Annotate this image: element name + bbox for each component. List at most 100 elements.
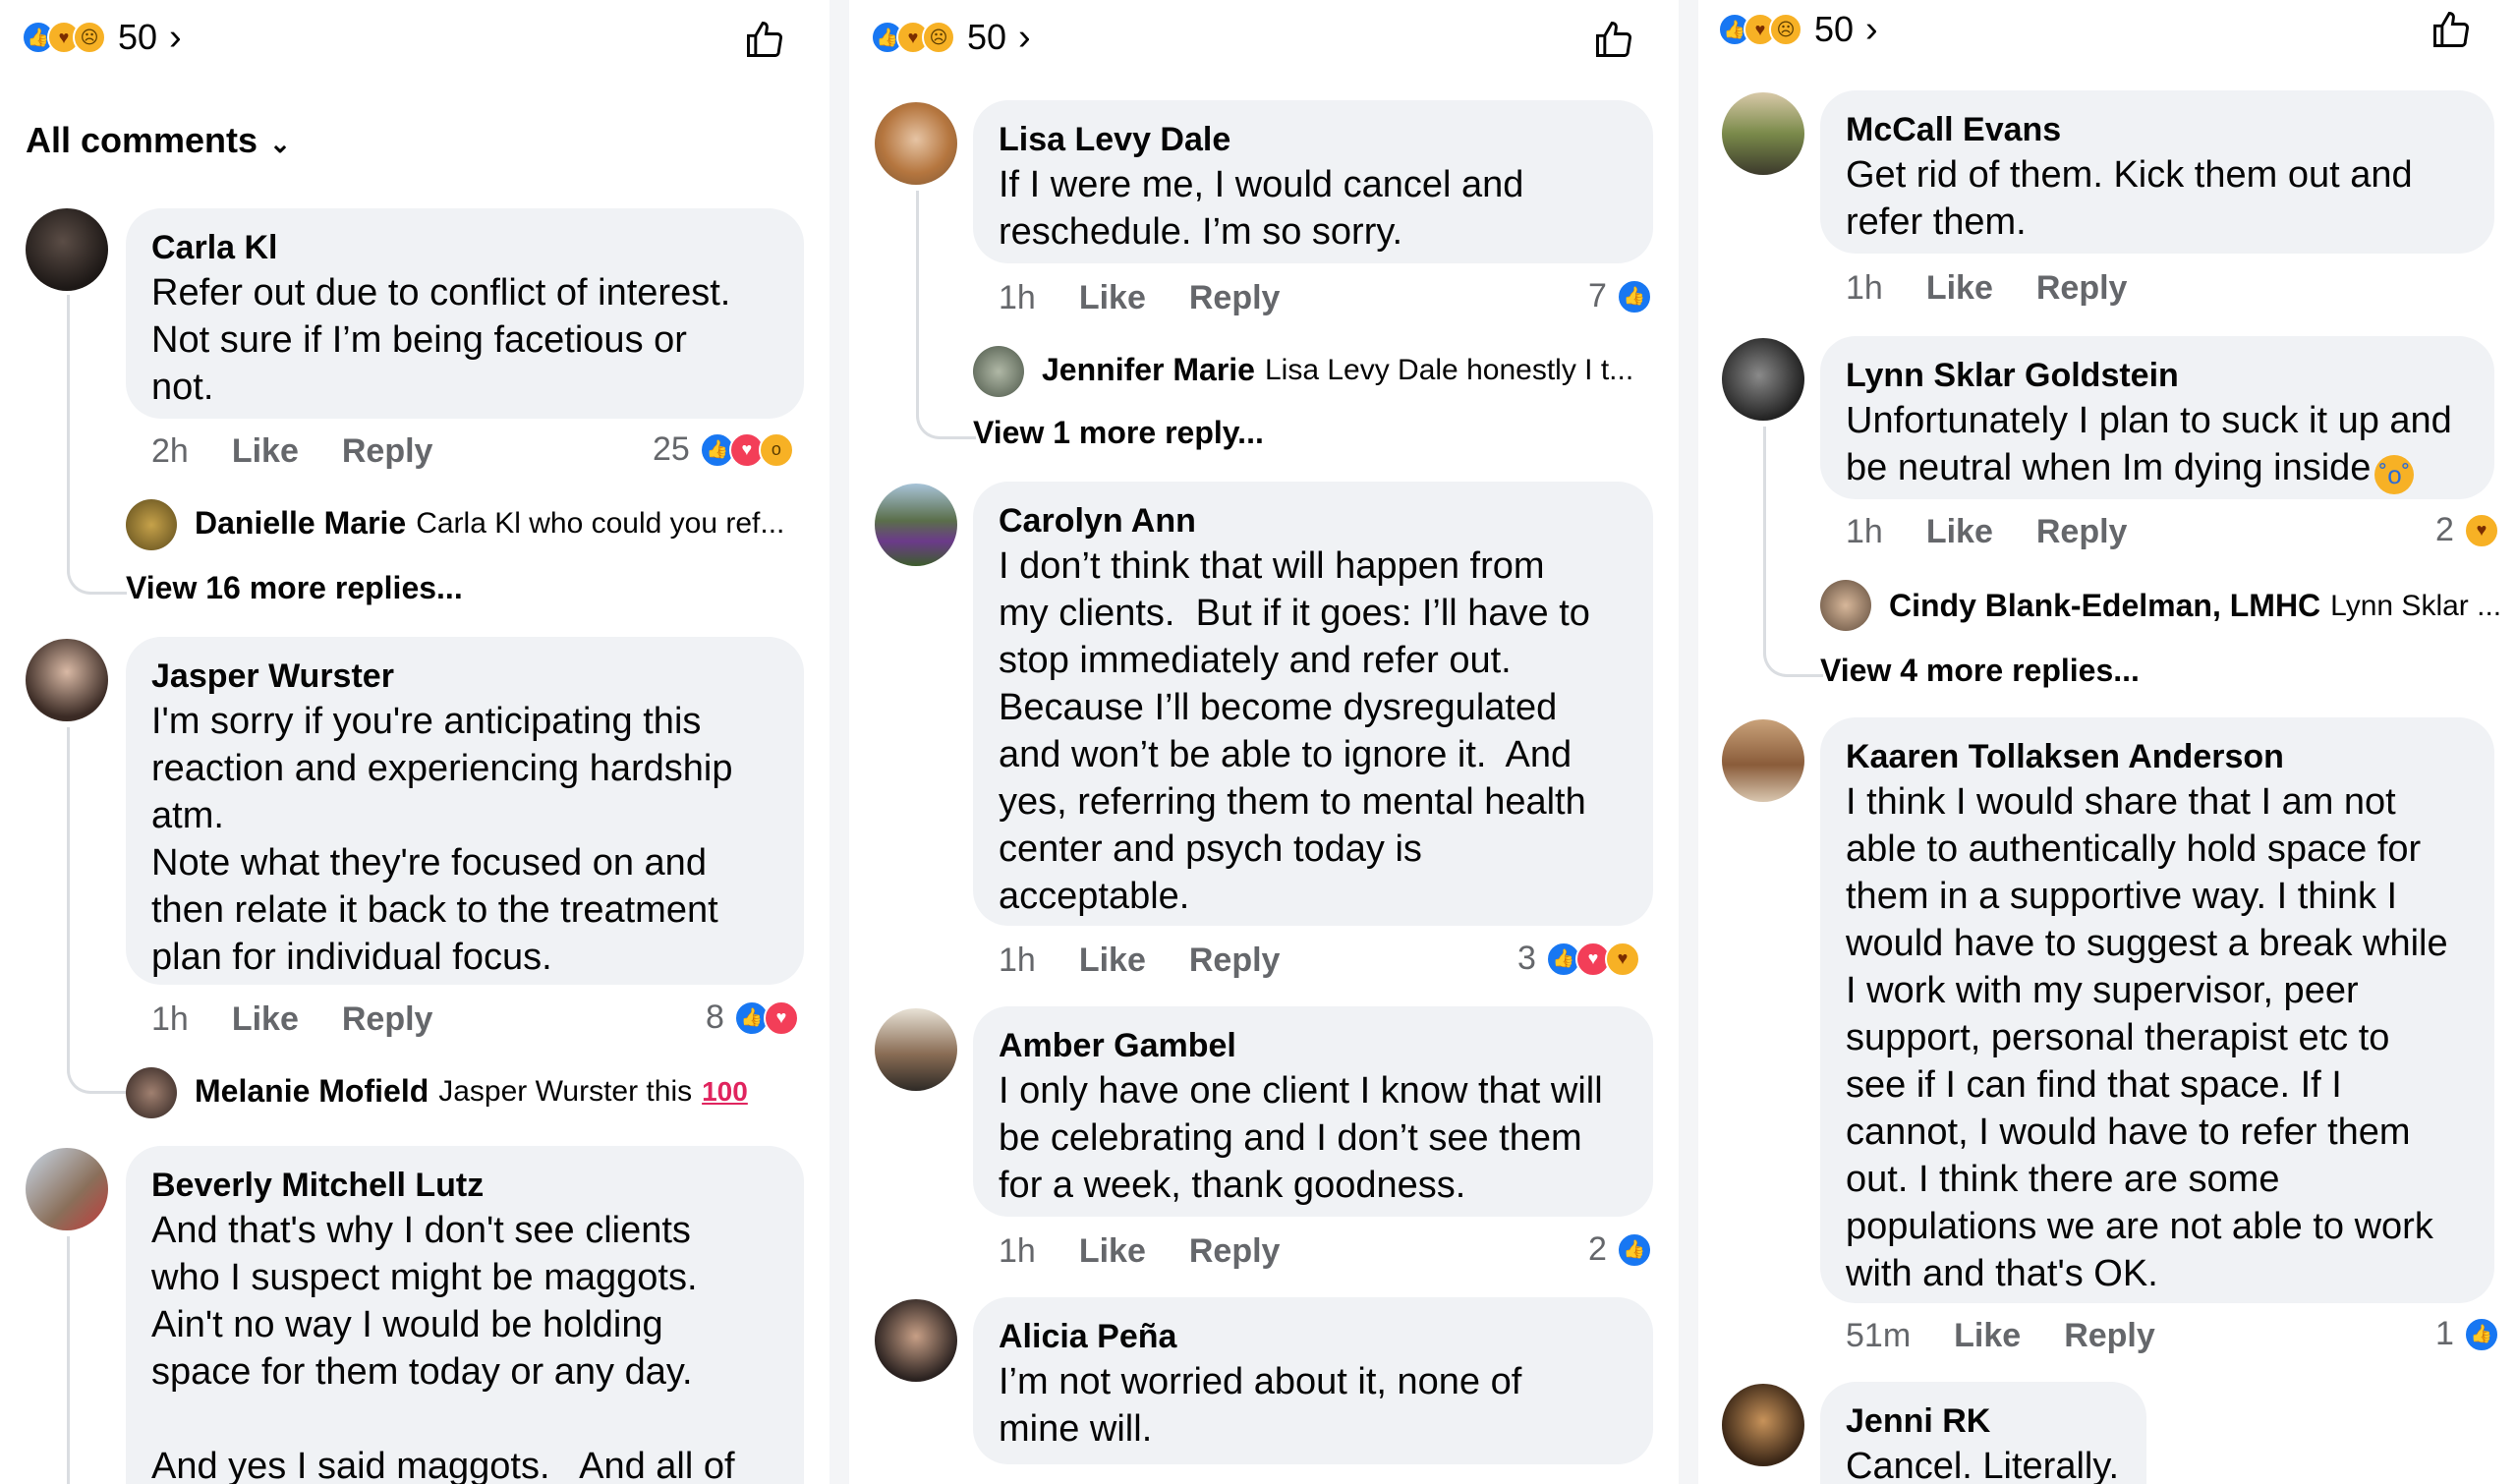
comment-author[interactable]: McCall Evans <box>1846 108 2469 151</box>
avatar[interactable] <box>126 499 177 550</box>
reaction-summary[interactable]: 👍 ♥ ☹ 50 › <box>871 17 1031 58</box>
comment-author[interactable]: Jasper Wurster <box>151 655 778 698</box>
reply-button[interactable]: Reply <box>1189 942 1281 980</box>
comment-author[interactable]: Lynn Sklar Goldstein <box>1846 354 2469 397</box>
comment-reactions[interactable]: 2 ♥ <box>2435 511 2499 549</box>
comment-reactions[interactable]: 2 👍 <box>1588 1230 1652 1269</box>
like-button[interactable]: Like <box>1954 1317 2021 1355</box>
comment-author[interactable]: Carla Kl <box>151 226 778 269</box>
avatar[interactable] <box>26 208 108 291</box>
reply-preview[interactable]: Danielle Marie Carla Kl who could you re… <box>195 505 784 542</box>
reply-button[interactable]: Reply <box>2036 513 2128 551</box>
reaction-count: 2 <box>1588 1230 1607 1268</box>
comment-time[interactable]: 1h <box>999 942 1036 980</box>
comment-actions: 1h Like Reply <box>999 279 1323 317</box>
comment-time[interactable]: 1h <box>151 1000 189 1039</box>
like-button[interactable]: Like <box>1926 513 1993 551</box>
wow-icon: o <box>758 431 794 468</box>
reply-author[interactable]: Danielle Marie <box>195 505 406 542</box>
comment-bubble[interactable]: Lynn Sklar Goldstein Unfortunately I pla… <box>1820 336 2494 499</box>
comment-bubble[interactable]: Carla Kl Refer out due to conflict of in… <box>126 208 804 419</box>
avatar[interactable] <box>1722 92 1804 175</box>
comment-actions: 1h Like Reply <box>151 1000 476 1039</box>
like-button[interactable]: Like <box>1079 942 1146 980</box>
like-icon: 👍 <box>2463 1316 2499 1352</box>
comment-time[interactable]: 1h <box>1846 513 1883 551</box>
comment-author[interactable]: Kaaren Tollaksen Anderson <box>1846 735 2469 778</box>
comment-time[interactable]: 1h <box>999 1232 1036 1271</box>
comment-time[interactable]: 1h <box>1846 269 1883 308</box>
like-button[interactable]: Like <box>232 432 299 471</box>
reply-text: Lisa Levy Dale honestly I t... <box>1264 353 1634 386</box>
panel-divider <box>1679 0 1698 1484</box>
thumbs-up-icon[interactable] <box>2426 4 2477 55</box>
comment-author[interactable]: Beverly Mitchell Lutz <box>151 1164 778 1207</box>
avatar[interactable] <box>875 1299 957 1382</box>
comment-bubble[interactable]: Lisa Levy Dale If I were me, I would can… <box>973 100 1653 263</box>
avatar[interactable] <box>1722 719 1804 802</box>
comment-filter-dropdown[interactable]: All comments ⌄ <box>26 120 291 161</box>
reaction-summary[interactable]: 👍 ♥ ☹ 50 › <box>22 17 182 58</box>
comment-bubble[interactable]: Jasper Wurster I'm sorry if you're antic… <box>126 637 804 985</box>
avatar[interactable] <box>1820 580 1871 631</box>
avatar[interactable] <box>875 102 957 185</box>
comment-reactions[interactable]: 25 👍 ♥ o <box>653 430 794 469</box>
like-button[interactable]: Like <box>232 1000 299 1039</box>
view-more-replies[interactable]: View 4 more replies... <box>1820 653 2140 689</box>
comment-bubble[interactable]: Alicia Peña I’m not worried about it, no… <box>973 1297 1653 1464</box>
reply-preview[interactable]: Jennifer Marie Lisa Levy Dale honestly I… <box>1042 352 1633 388</box>
comment-bubble[interactable]: Jenni RK Cancel. Literally. <box>1820 1382 2146 1484</box>
comments-panel-1: 👍 ♥ ☹ 50 › All comments ⌄ Carla Kl Refer … <box>0 0 829 1484</box>
reply-author[interactable]: Melanie Mofield <box>195 1073 429 1110</box>
avatar[interactable] <box>875 484 957 566</box>
comment-author[interactable]: Lisa Levy Dale <box>999 118 1628 161</box>
reaction-count: 50 <box>967 17 1007 57</box>
comment-bubble[interactable]: McCall Evans Get rid of them. Kick them … <box>1820 90 2494 254</box>
view-more-replies[interactable]: View 1 more reply... <box>973 415 1264 451</box>
avatar[interactable] <box>875 1008 957 1091</box>
reply-button[interactable]: Reply <box>2036 269 2128 308</box>
comment-reactions[interactable]: 8 👍 ♥ <box>706 999 799 1037</box>
like-button[interactable]: Like <box>1079 279 1146 317</box>
comments-panel-2: 👍 ♥ ☹ 50 › Lisa Levy Dale If I were me, … <box>849 0 1679 1484</box>
reply-preview[interactable]: Cindy Blank-Edelman, LMHC Lynn Sklar ... <box>1889 588 2501 624</box>
like-icon: 👍 <box>1616 1231 1652 1268</box>
comment-author[interactable]: Carolyn Ann <box>999 499 1628 542</box>
comment-author[interactable]: Alicia Peña <box>999 1315 1628 1358</box>
comment-bubble[interactable]: Carolyn Ann I don’t think that will happ… <box>973 482 1653 926</box>
comment-author[interactable]: Amber Gambel <box>999 1024 1628 1067</box>
view-more-replies[interactable]: View 16 more replies... <box>126 570 463 606</box>
comment-author[interactable]: Jenni RK <box>1846 1399 2121 1443</box>
comment-reactions[interactable]: 7 👍 <box>1588 277 1652 315</box>
comment-time[interactable]: 51m <box>1846 1317 1911 1355</box>
comment-reactions[interactable]: 3 👍 ♥ ♥ <box>1517 940 1640 978</box>
comment-time[interactable]: 1h <box>999 279 1036 317</box>
reply-author[interactable]: Cindy Blank-Edelman, LMHC <box>1889 588 2320 624</box>
comment-bubble[interactable]: Kaaren Tollaksen Anderson I think I woul… <box>1820 717 2494 1303</box>
avatar[interactable] <box>1722 338 1804 421</box>
reply-button[interactable]: Reply <box>1189 279 1281 317</box>
reaction-summary[interactable]: 👍 ♥ ☹ 50 › <box>1718 9 1878 50</box>
sad-icon: ☹ <box>73 21 106 54</box>
comment-time[interactable]: 2h <box>151 432 189 471</box>
reply-button[interactable]: Reply <box>342 1000 433 1039</box>
reply-button[interactable]: Reply <box>342 432 433 471</box>
reply-button[interactable]: Reply <box>1189 1232 1281 1271</box>
avatar[interactable] <box>973 346 1024 397</box>
comment-bubble[interactable]: Beverly Mitchell Lutz And that's why I d… <box>126 1146 804 1484</box>
avatar[interactable] <box>1722 1384 1804 1466</box>
like-button[interactable]: Like <box>1079 1232 1146 1271</box>
like-button[interactable]: Like <box>1926 269 1993 308</box>
reactions-bar: 👍 ♥ ☹ 50 › <box>1698 0 2516 79</box>
thumbs-up-icon[interactable] <box>739 14 790 65</box>
avatar[interactable] <box>26 1148 108 1230</box>
reaction-count: 50 <box>1814 9 1855 49</box>
comment-bubble[interactable]: Amber Gambel I only have one client I kn… <box>973 1006 1653 1217</box>
avatar[interactable] <box>126 1067 177 1118</box>
reply-author[interactable]: Jennifer Marie <box>1042 352 1255 388</box>
reply-preview[interactable]: Melanie Mofield Jasper Wurster this 100 <box>195 1073 748 1110</box>
thumbs-up-icon[interactable] <box>1588 14 1639 65</box>
reply-button[interactable]: Reply <box>2064 1317 2155 1355</box>
avatar[interactable] <box>26 639 108 721</box>
comment-reactions[interactable]: 1 👍 <box>2435 1315 2499 1353</box>
